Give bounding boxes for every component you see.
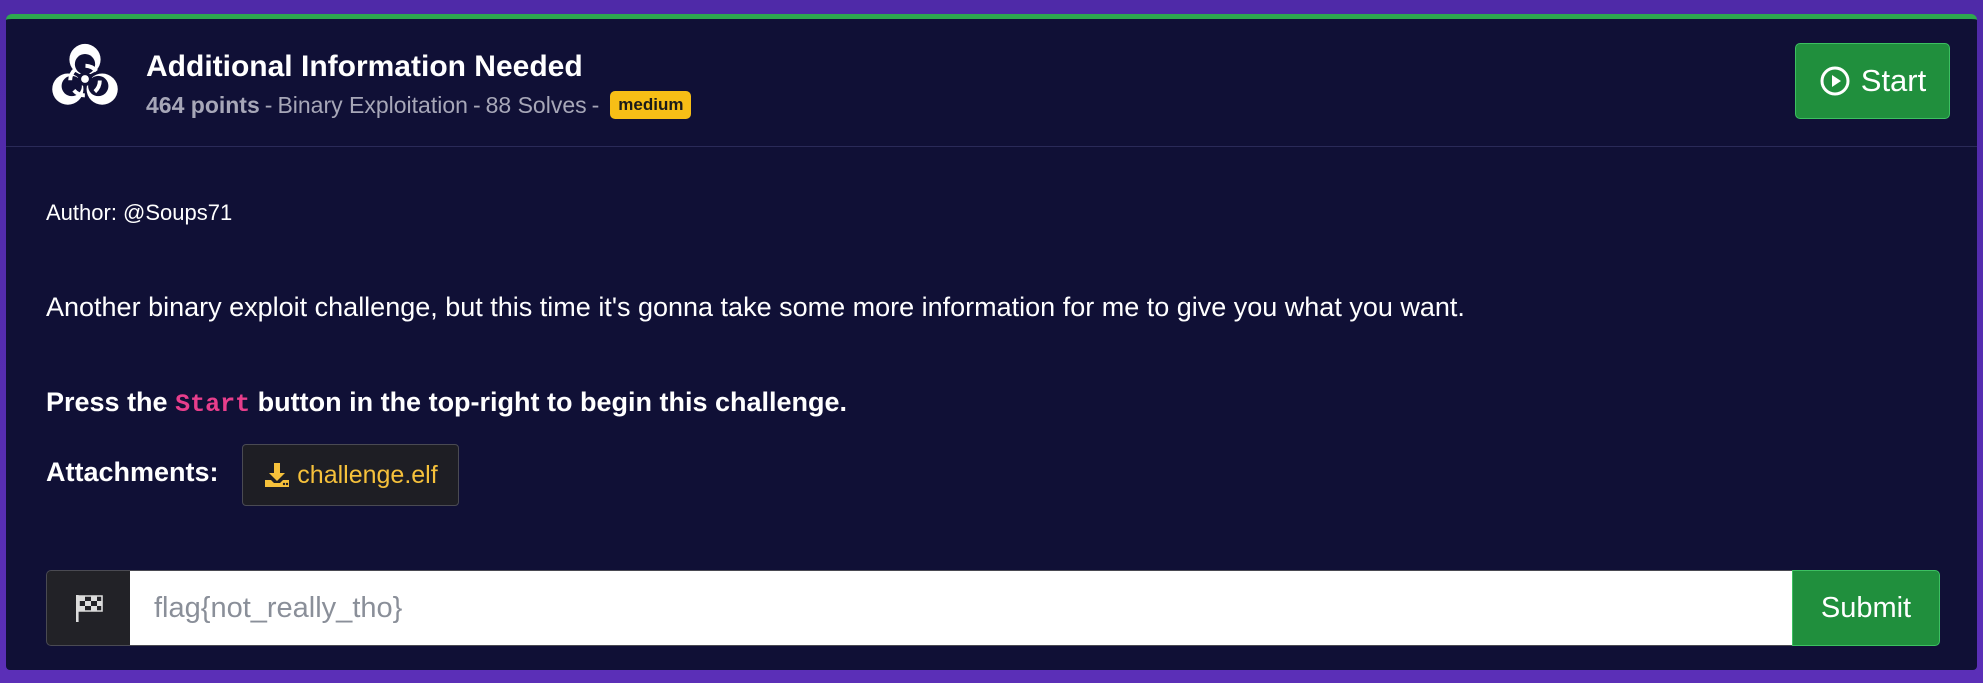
submit-button[interactable]: Submit xyxy=(1792,570,1940,646)
challenge-description: Another binary exploit challenge, but th… xyxy=(46,292,1465,322)
start-button[interactable]: Start xyxy=(1795,43,1950,119)
challenge-header: Additional Information Needed 464 points… xyxy=(6,19,1977,147)
challenge-meta: 464 points - Binary Exploitation - 88 So… xyxy=(146,91,692,119)
checkered-flag-icon xyxy=(75,595,103,622)
flag-input[interactable] xyxy=(130,570,1792,646)
instructions-prefix: Press the xyxy=(46,387,168,417)
flag-form: Submit xyxy=(46,570,1940,646)
meta-separator: - xyxy=(472,91,481,118)
flag-addon xyxy=(46,570,130,646)
download-icon xyxy=(265,463,290,487)
meta-separator: - xyxy=(591,91,600,118)
challenge-author: Author: @Soups71 xyxy=(46,200,233,225)
instructions-start-code: Start xyxy=(175,390,251,419)
page-background: Additional Information Needed 464 points… xyxy=(0,0,1983,683)
attachment-filename: challenge.elf xyxy=(297,460,438,489)
meta-separator: - xyxy=(264,91,273,118)
instructions-suffix: button in the top-right to begin this ch… xyxy=(257,387,848,417)
challenge-category: Binary Exploitation xyxy=(277,91,468,118)
biohazard-icon xyxy=(52,43,118,105)
start-button-label: Start xyxy=(1860,63,1927,98)
challenge-title: Additional Information Needed xyxy=(146,50,583,83)
challenge-card: Additional Information Needed 464 points… xyxy=(6,14,1977,670)
difficulty-badge: medium xyxy=(610,91,692,119)
challenge-solves: 88 Solves xyxy=(485,91,587,118)
start-instructions: Press the Start button in the top-right … xyxy=(46,387,847,419)
attachments-label: Attachments: xyxy=(46,457,219,487)
challenge-points: 464 points xyxy=(146,91,260,118)
attachment-download-button[interactable]: challenge.elf xyxy=(242,444,459,506)
play-circle-icon xyxy=(1820,66,1850,96)
